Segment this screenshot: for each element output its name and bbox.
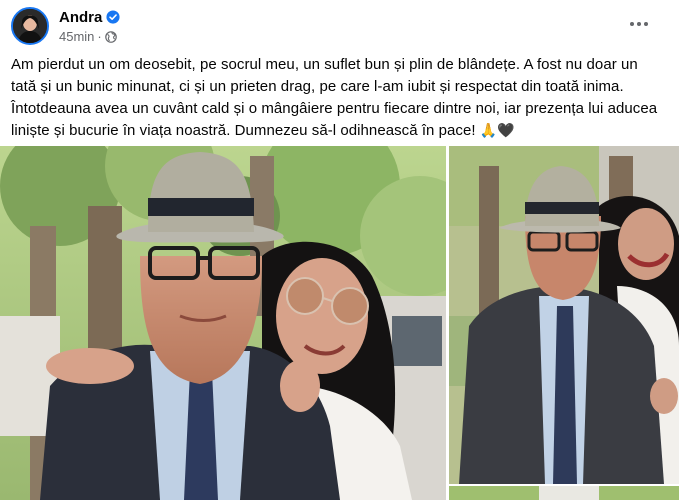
author-row: Andra	[59, 8, 120, 26]
avatar[interactable]	[11, 7, 49, 45]
post-text: Am pierdut un om deosebit, pe socrul meu…	[11, 54, 667, 142]
more-options-icon	[630, 22, 648, 26]
meta-separator: ·	[97, 29, 102, 44]
globe-icon[interactable]	[104, 30, 117, 43]
post-emoji: 🙏🖤	[479, 123, 515, 139]
more-options-button[interactable]	[623, 12, 655, 36]
photo-side[interactable]	[449, 146, 679, 484]
post-time[interactable]: 45min	[59, 29, 94, 44]
photo-next[interactable]	[449, 486, 679, 500]
post-message: Am pierdut un om deosebit, pe socrul meu…	[11, 56, 658, 139]
post-header: Andra 45min ·	[0, 0, 679, 52]
post-meta: 45min ·	[59, 29, 117, 44]
photo-main[interactable]	[0, 146, 446, 500]
author-name[interactable]: Andra	[59, 9, 102, 26]
verified-badge-icon	[106, 10, 120, 24]
